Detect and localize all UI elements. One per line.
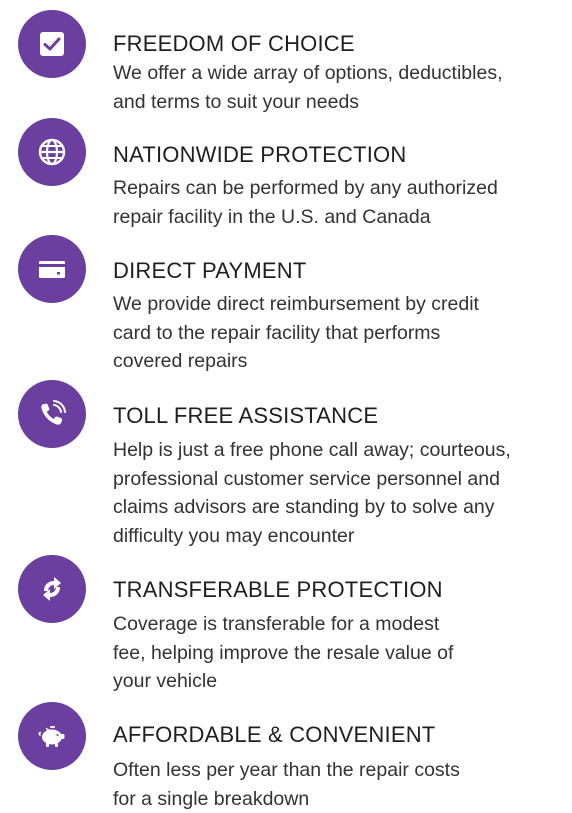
feature-title: AFFORDABLE & CONVENIENT: [113, 722, 435, 748]
description-line: We provide direct reimbursement by credi…: [113, 290, 568, 319]
description-line: your vehicle: [113, 667, 568, 696]
description-line: professional customer service personnel …: [113, 465, 568, 494]
feature-title: DIRECT PAYMENT: [113, 258, 307, 284]
credit-card-icon: [18, 235, 86, 303]
description-line: Repairs can be performed by any authoriz…: [113, 174, 568, 203]
transfer-arrows-icon: [18, 555, 86, 623]
feature-title: NATIONWIDE PROTECTION: [113, 142, 406, 168]
globe-icon: [18, 118, 86, 186]
description-line: repair facility in the U.S. and Canada: [113, 203, 568, 232]
feature-description: Coverage is transferable for a modest fe…: [113, 610, 568, 696]
description-line: claims advisors are standing by to solve…: [113, 493, 568, 522]
description-line: card to the repair facility that perform…: [113, 319, 568, 348]
description-line: covered repairs: [113, 347, 568, 376]
description-line: We offer a wide array of options, deduct…: [113, 59, 568, 88]
feature-title: TOLL FREE ASSISTANCE: [113, 403, 378, 429]
feature-description: We provide direct reimbursement by credi…: [113, 290, 568, 376]
description-line: Help is just a free phone call away; cou…: [113, 436, 568, 465]
feature-description: We offer a wide array of options, deduct…: [113, 59, 568, 116]
description-line: difficulty you may encounter: [113, 522, 568, 551]
description-line: and terms to suit your needs: [113, 88, 568, 117]
phone-icon: [18, 380, 86, 448]
feature-description: Repairs can be performed by any authoriz…: [113, 174, 568, 231]
feature-title: TRANSFERABLE PROTECTION: [113, 577, 443, 603]
description-line: Often less per year than the repair cost…: [113, 756, 568, 785]
description-line: Coverage is transferable for a modest: [113, 610, 568, 639]
description-line: fee, helping improve the resale value of: [113, 639, 568, 668]
piggy-bank-icon: [18, 702, 86, 770]
feature-description: Often less per year than the repair cost…: [113, 756, 568, 813]
feature-description: Help is just a free phone call away; cou…: [113, 436, 568, 550]
checkbox-icon: [18, 10, 86, 78]
feature-title: FREEDOM OF CHOICE: [113, 31, 355, 57]
